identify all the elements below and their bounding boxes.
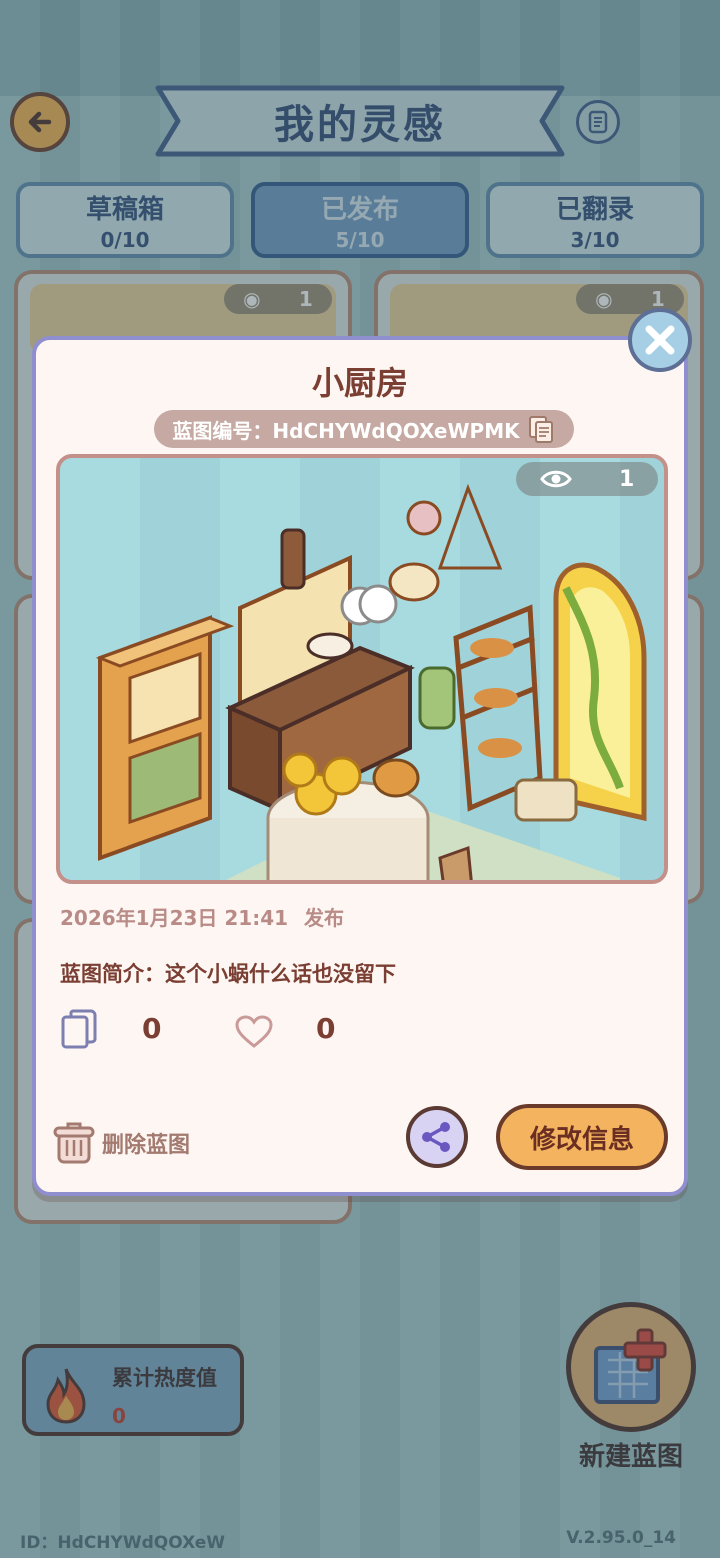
blueprint-title: 小厨房 xyxy=(311,364,408,402)
close-modal-button[interactable] xyxy=(628,308,692,372)
close-icon xyxy=(645,325,675,355)
blueprint-preview-image: 1 xyxy=(56,454,668,884)
publish-status: 发布 xyxy=(304,906,344,930)
copy-count: 0 xyxy=(142,1012,162,1045)
blueprint-description: 蓝图简介：这个小蜗什么话也没留下 xyxy=(60,962,396,986)
edit-info-button[interactable]: 修改信息 xyxy=(496,1104,668,1170)
blueprint-code[interactable]: 蓝图编号：HdCHYWdQOXeWPMK xyxy=(154,410,574,448)
delete-label: 删除蓝图 xyxy=(102,1133,191,1158)
publish-date: 2026年1月23日 21:41 xyxy=(60,906,289,930)
blueprint-code-text: 蓝图编号：HdCHYWdQOXeWPMK xyxy=(172,418,520,443)
like-count: 0 xyxy=(316,1012,336,1045)
eye-icon xyxy=(539,470,572,488)
copy-icon xyxy=(61,1009,97,1049)
kitchen-room-image xyxy=(95,483,647,880)
share-icon xyxy=(422,1122,450,1152)
trash-icon xyxy=(53,1122,95,1164)
copy-icon[interactable] xyxy=(526,414,556,444)
share-button[interactable] xyxy=(406,1106,468,1168)
view-count: 1 xyxy=(516,462,658,496)
delete-blueprint-button[interactable]: 删除蓝图 xyxy=(52,1118,190,1168)
view-count-value: 1 xyxy=(619,466,635,492)
blueprint-detail-modal: 小厨房 蓝图编号：HdCHYWdQOXeWPMK 1 2026年1月23日 21… xyxy=(32,336,688,1196)
heart-icon xyxy=(235,1015,273,1048)
